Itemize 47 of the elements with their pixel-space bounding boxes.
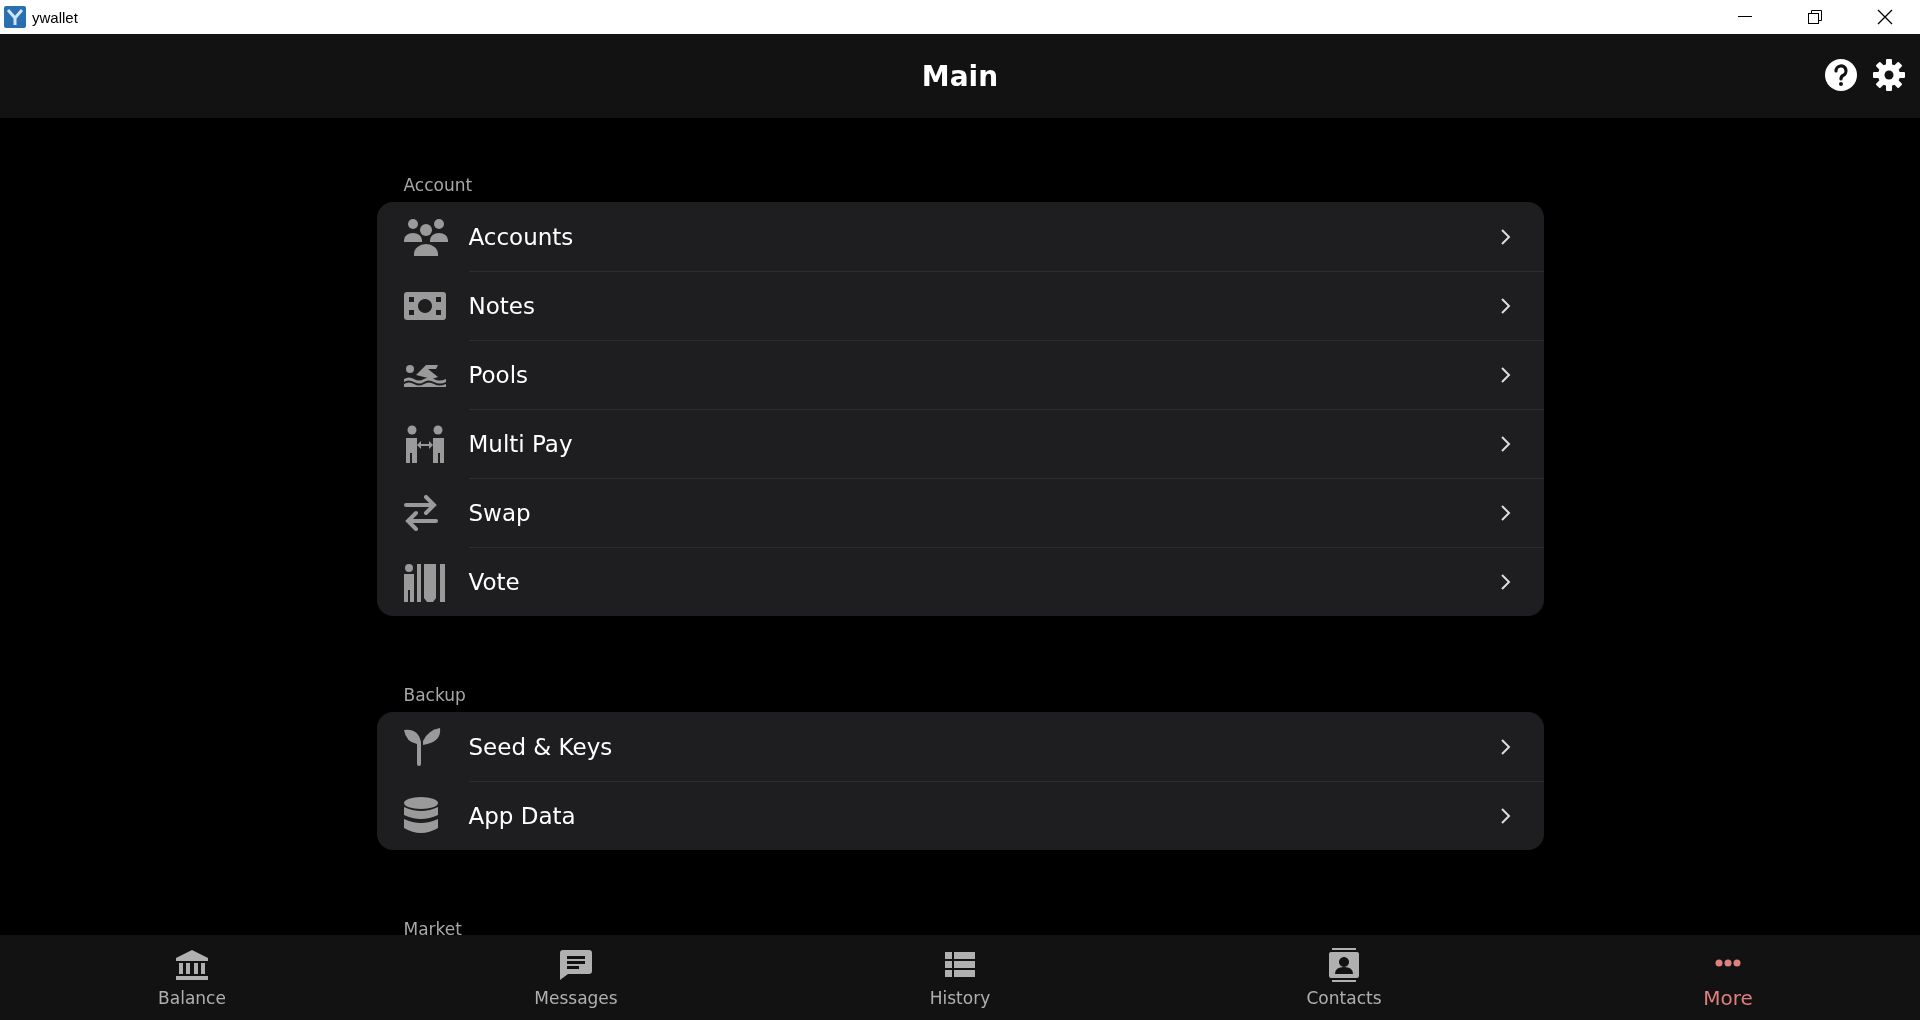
chevron-icon bbox=[1500, 297, 1511, 314]
menu-item[interactable]: Notes bbox=[376, 271, 1544, 340]
settings-button[interactable] bbox=[1872, 58, 1906, 92]
bank-icon bbox=[176, 949, 208, 980]
menu-item[interactable]: Vote bbox=[376, 547, 1544, 616]
chevron-icon bbox=[1500, 573, 1511, 590]
message-icon bbox=[560, 949, 592, 980]
people-icon bbox=[403, 217, 448, 256]
nav-tab[interactable]: Contacts bbox=[1152, 935, 1536, 1020]
menu-item[interactable]: Pools bbox=[376, 340, 1544, 409]
help-button[interactable] bbox=[1824, 58, 1858, 92]
chevron-icon bbox=[1500, 504, 1511, 521]
section-label: Backup bbox=[403, 684, 467, 706]
menu-item[interactable]: Seed & Keys bbox=[376, 712, 1544, 781]
help-icon bbox=[1824, 58, 1858, 92]
menu-item[interactable]: Multi Pay bbox=[376, 409, 1544, 478]
menu-item[interactable]: Accounts bbox=[376, 202, 1544, 271]
more-icon bbox=[1715, 958, 1741, 967]
nav-tab[interactable]: Messages bbox=[384, 935, 768, 1020]
chevron-icon bbox=[1500, 807, 1511, 824]
close-icon bbox=[1877, 9, 1893, 25]
menu-item[interactable]: Swap bbox=[376, 478, 1544, 547]
menu-item[interactable]: App Data bbox=[376, 781, 1544, 850]
database-icon bbox=[403, 796, 438, 835]
nav-tab[interactable]: Balance bbox=[0, 935, 384, 1020]
chevron-icon bbox=[1500, 228, 1511, 245]
sprout-icon bbox=[403, 727, 442, 766]
restore-icon bbox=[1808, 10, 1822, 24]
people-exchange-icon bbox=[403, 424, 446, 463]
nav-tab[interactable]: History bbox=[768, 935, 1152, 1020]
section-label: Market bbox=[403, 918, 463, 935]
settings-icon bbox=[1872, 58, 1906, 92]
chevron-icon bbox=[1500, 366, 1511, 383]
page-title: Main bbox=[921, 59, 999, 93]
banknote-icon bbox=[403, 291, 446, 320]
chevron-icon bbox=[1500, 435, 1511, 452]
voting-booth-icon bbox=[403, 561, 446, 602]
window-title: ywallet bbox=[32, 8, 79, 26]
minimize-icon bbox=[1738, 16, 1752, 18]
swimmer-icon bbox=[403, 362, 446, 387]
nav-tab[interactable]: More bbox=[1536, 935, 1920, 1020]
chevron-icon bbox=[1500, 738, 1511, 755]
contact-card-icon bbox=[1329, 947, 1359, 982]
list-icon bbox=[945, 951, 975, 978]
app-logo-icon bbox=[4, 6, 26, 28]
swap-arrows-icon bbox=[403, 494, 438, 531]
section-label: Account bbox=[403, 174, 474, 196]
